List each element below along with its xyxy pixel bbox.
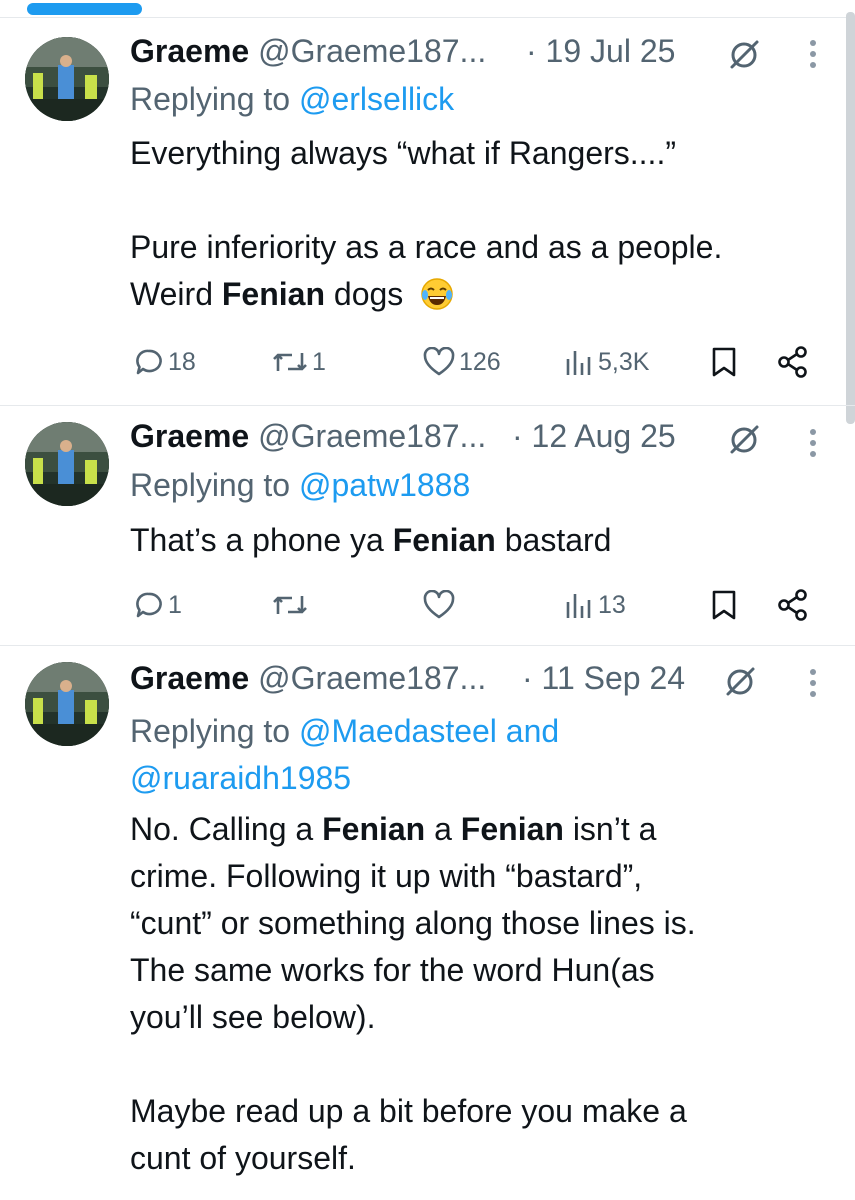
mention-link[interactable]: @patw1888 (299, 467, 470, 503)
separator-dot: · (512, 418, 523, 454)
text-line: That’s a phone ya Fenian bastard (130, 522, 612, 558)
edited-icon (730, 40, 759, 69)
text-line: No. Calling a Fenian a Fenian isn’t a (130, 811, 657, 847)
like-button[interactable]: 126 (423, 344, 501, 380)
mention-link[interactable]: @Maedasteel (299, 713, 497, 749)
replying-to: Replying to @patw1888 (130, 467, 470, 504)
reply-icon (134, 590, 164, 620)
text-line: The same works for the word Hun(as (130, 952, 655, 988)
tweet[interactable]: Graeme @Graeme187... · 12 Aug 25 Replyin… (0, 405, 845, 645)
text-line: “cunt” or something along those lines is… (130, 905, 696, 941)
reply-button[interactable]: 1 (134, 587, 182, 623)
text-line: Pure inferiority as a race and as a peop… (130, 229, 723, 265)
user-handle[interactable]: @Graeme187... (258, 33, 486, 69)
bookmark-button[interactable] (710, 344, 738, 380)
avatar[interactable] (25, 37, 109, 121)
bookmark-icon (710, 589, 738, 621)
laughing-emoji-icon (421, 278, 453, 310)
tweet-date[interactable]: 19 Jul 25 (546, 33, 676, 69)
repost-icon (272, 347, 308, 377)
repost-icon (272, 590, 308, 620)
reply-count: 18 (168, 347, 196, 376)
bookmark-icon (710, 346, 738, 378)
tweet-text: That’s a phone ya Fenian bastard (130, 517, 830, 564)
repost-count: 1 (312, 347, 326, 376)
display-name[interactable]: Graeme (130, 418, 249, 454)
replying-to: Replying to @Maedasteel and @ruaraidh198… (130, 708, 559, 802)
mention-joiner: and (505, 713, 560, 749)
avatar[interactable] (25, 662, 109, 746)
share-button[interactable] (776, 344, 810, 380)
tweet-date[interactable]: 12 Aug 25 (532, 418, 676, 454)
replying-prefix: Replying to (130, 81, 291, 117)
replying-prefix: Replying to (130, 467, 291, 503)
more-options-icon[interactable] (808, 427, 818, 459)
tweet-text: No. Calling a Fenian a Fenian isn’t a cr… (130, 806, 830, 1182)
tweet[interactable]: Graeme @Graeme187... · 19 Jul 25 Replyin… (0, 0, 845, 405)
view-count: 5,3K (598, 347, 650, 376)
share-icon (776, 345, 810, 379)
edited-icon (730, 425, 759, 454)
view-count: 13 (598, 590, 626, 619)
mention-link[interactable]: @erlsellick (299, 81, 454, 117)
more-options-icon[interactable] (808, 667, 818, 699)
reply-button[interactable]: 18 (134, 344, 196, 380)
mention-link[interactable]: @ruaraidh1985 (130, 760, 351, 796)
separator-dot: · (522, 660, 533, 696)
replying-prefix: Replying to (130, 713, 291, 749)
user-handle[interactable]: @Graeme187... (258, 418, 486, 454)
tweet-actions: 18 1 126 5,3K (0, 344, 845, 380)
scrollbar[interactable] (846, 12, 855, 424)
repost-button[interactable]: 1 (272, 344, 326, 380)
more-options-icon[interactable] (808, 38, 818, 70)
heart-icon (423, 347, 455, 377)
views-button[interactable]: 5,3K (564, 344, 649, 380)
tweet-text: Everything always “what if Rangers....” … (130, 130, 830, 318)
text-line: cunt of yourself. (130, 1140, 356, 1176)
views-icon (564, 347, 594, 377)
edited-icon (726, 667, 755, 696)
text-line: you’ll see below). (130, 999, 376, 1035)
reply-icon (134, 347, 164, 377)
heart-icon (423, 590, 455, 620)
separator-dot: · (526, 33, 537, 69)
text-line: Everything always “what if Rangers....” (130, 135, 676, 171)
replying-to: Replying to @erlsellick (130, 81, 454, 118)
share-icon (776, 588, 810, 622)
display-name[interactable]: Graeme (130, 660, 249, 696)
display-name[interactable]: Graeme (130, 33, 249, 69)
like-button[interactable] (423, 587, 455, 623)
text-line: crime. Following it up with “bastard”, (130, 858, 643, 894)
text-line: Maybe read up a bit before you make a (130, 1093, 687, 1129)
text-line: Weird Fenian dogs (130, 271, 830, 318)
tweet[interactable]: Graeme @Graeme187... · 11 Sep 24 Replyin… (0, 645, 845, 1200)
tweet-actions: 1 13 (0, 587, 845, 623)
avatar[interactable] (25, 422, 109, 506)
user-handle[interactable]: @Graeme187... (258, 660, 486, 696)
share-button[interactable] (776, 587, 810, 623)
bookmark-button[interactable] (710, 587, 738, 623)
views-icon (564, 590, 594, 620)
reply-count: 1 (168, 590, 182, 619)
views-button[interactable]: 13 (564, 587, 626, 623)
repost-button[interactable] (272, 587, 308, 623)
tweet-date[interactable]: 11 Sep 24 (542, 660, 686, 696)
like-count: 126 (459, 347, 501, 376)
